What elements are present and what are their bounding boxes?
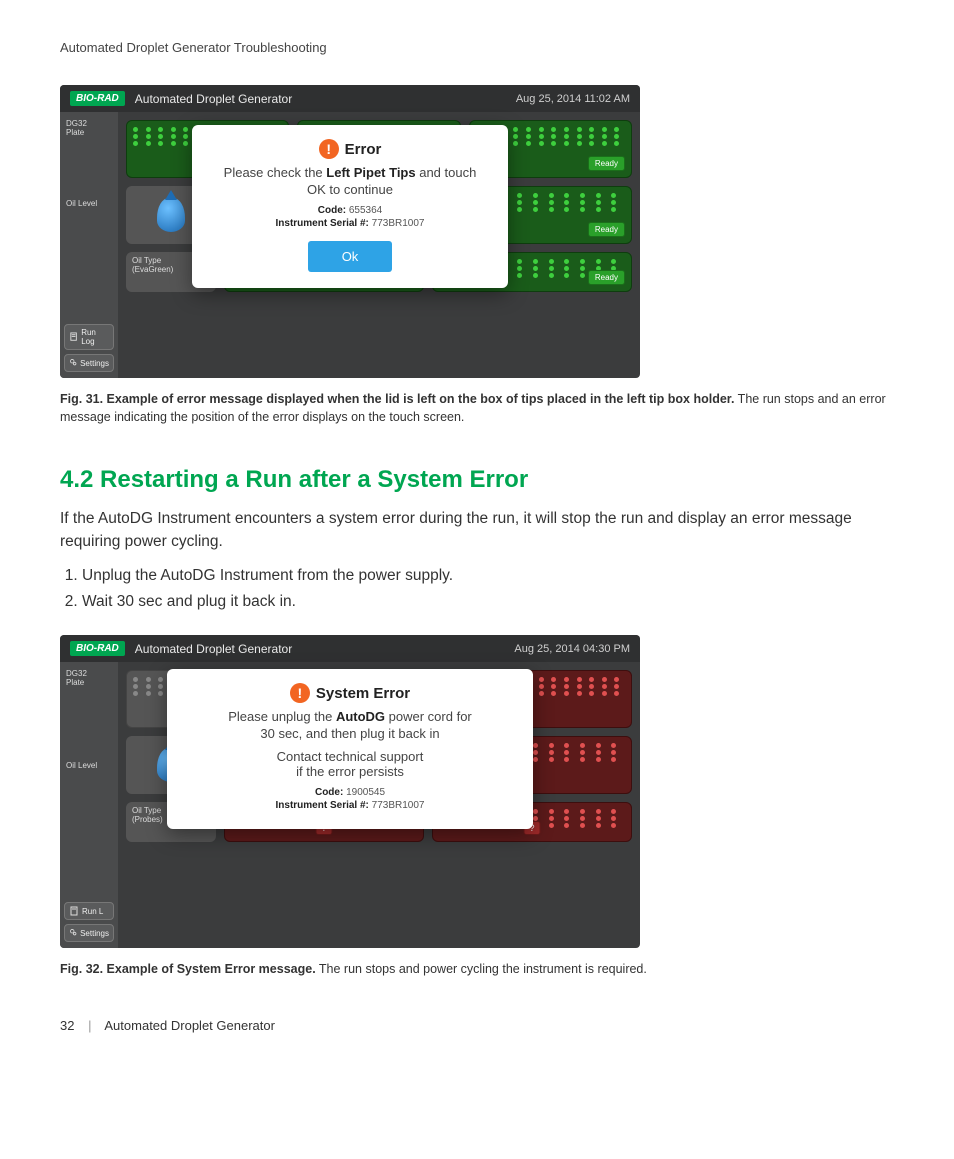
- error-icon: !: [319, 139, 339, 159]
- dialog-message: Please unplug the AutoDG power cord for …: [185, 709, 515, 743]
- settings-label: Settings: [80, 929, 109, 938]
- gear-icon: [69, 358, 77, 368]
- gear-icon: [69, 928, 77, 938]
- footer-title: Automated Droplet Generator: [104, 1018, 275, 1033]
- plate-label: DG32 Plate: [60, 668, 118, 694]
- device-title: Automated Droplet Generator: [135, 642, 515, 656]
- dialog-serial: Instrument Serial #: 773BR1007: [185, 800, 515, 811]
- device-title: Automated Droplet Generator: [135, 92, 516, 106]
- error-dialog: ! Error Please check the Left Pipet Tips…: [192, 125, 508, 288]
- oil-level-label: Oil Level: [60, 760, 118, 777]
- ok-button[interactable]: Ok: [308, 241, 393, 272]
- page-number: 32: [60, 1018, 74, 1033]
- settings-button[interactable]: Settings: [64, 354, 114, 372]
- section-paragraph: If the AutoDG Instrument encounters a sy…: [60, 508, 894, 553]
- device-titlebar: BIO-RAD Automated Droplet Generator Aug …: [60, 85, 640, 112]
- page-footer: 32 | Automated Droplet Generator: [60, 1018, 894, 1033]
- dialog-serial: Instrument Serial #: 773BR1007: [210, 218, 490, 229]
- error-icon: !: [290, 683, 310, 703]
- figure-31-screenshot: BIO-RAD Automated Droplet Generator Aug …: [60, 85, 640, 378]
- runlog-label: Run L: [82, 907, 103, 916]
- step-item: Unplug the AutoDG Instrument from the po…: [82, 567, 894, 585]
- sidebar: DG32 Plate Oil Level Run L Settings: [60, 662, 118, 948]
- dialog-code: Code: 1900545: [185, 787, 515, 798]
- dialog-title: System Error: [316, 685, 410, 702]
- system-error-dialog: ! System Error Please unplug the AutoDG …: [167, 669, 533, 829]
- runlog-button[interactable]: Run Log: [64, 324, 114, 350]
- settings-label: Settings: [80, 359, 109, 368]
- settings-button[interactable]: Settings: [64, 924, 114, 942]
- figure-31-caption: Fig. 31. Example of error message displa…: [60, 390, 894, 426]
- brand-logo: BIO-RAD: [70, 641, 125, 656]
- runlog-button[interactable]: Run L: [64, 902, 114, 920]
- oil-drop-icon: [157, 198, 185, 232]
- ready-badge: Ready: [588, 270, 625, 285]
- steps-list: Unplug the AutoDG Instrument from the po…: [60, 567, 894, 611]
- dialog-title: Error: [345, 141, 382, 158]
- dialog-submessage: Contact technical support if the error p…: [185, 749, 515, 779]
- ready-badge: Ready: [588, 156, 625, 171]
- device-time: Aug 25, 2014 04:30 PM: [514, 643, 630, 655]
- page-header: Automated Droplet Generator Troubleshoot…: [60, 40, 894, 55]
- plate-label: DG32 Plate: [60, 118, 118, 144]
- device-time: Aug 25, 2014 11:02 AM: [516, 93, 630, 105]
- oil-level-label: Oil Level: [60, 198, 118, 215]
- figure-32-screenshot: BIO-RAD Automated Droplet Generator Aug …: [60, 635, 640, 948]
- dialog-message: Please check the Left Pipet Tips and tou…: [210, 165, 490, 199]
- dialog-code: Code: 655364: [210, 205, 490, 216]
- figure-32-caption: Fig. 32. Example of System Error message…: [60, 960, 894, 978]
- sidebar: DG32 Plate Oil Level Run Log Settin: [60, 112, 118, 378]
- brand-logo: BIO-RAD: [70, 91, 125, 106]
- device-titlebar: BIO-RAD Automated Droplet Generator Aug …: [60, 635, 640, 662]
- clipboard-icon: [69, 906, 79, 916]
- clipboard-icon: [69, 332, 78, 342]
- section-heading: 4.2 Restarting a Run after a System Erro…: [60, 466, 894, 494]
- runlog-label: Run Log: [81, 328, 109, 346]
- ready-badge: Ready: [588, 222, 625, 237]
- step-item: Wait 30 sec and plug it back in.: [82, 593, 894, 611]
